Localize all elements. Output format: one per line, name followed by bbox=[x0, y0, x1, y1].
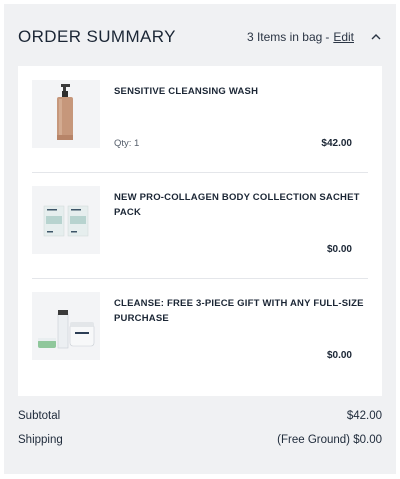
order-summary-title: ORDER SUMMARY bbox=[18, 27, 176, 46]
item-qty: Qty: 1 bbox=[114, 138, 140, 149]
item-price: $0.00 bbox=[326, 350, 352, 361]
order-summary-panel: ORDER SUMMARY 3 Items in bag - Edit SENS… bbox=[4, 4, 396, 474]
shipping-value: (Free Ground) $0.00 bbox=[277, 434, 382, 446]
shipping-row: Shipping (Free Ground) $0.00 bbox=[18, 430, 382, 454]
subtotal-label: Subtotal bbox=[18, 410, 61, 422]
edit-link[interactable]: Edit bbox=[333, 30, 354, 44]
order-summary-header: ORDER SUMMARY 3 Items in bag - Edit bbox=[4, 4, 396, 66]
pump-bottle-product-image[interactable] bbox=[32, 80, 100, 148]
bag-count: 3 Items in bag bbox=[246, 30, 323, 44]
cart-item: SENSITIVE CLEANSING WASH Qty: 1 $42.00 bbox=[18, 66, 382, 171]
sachet-pack-product-image[interactable] bbox=[32, 186, 100, 254]
item-name[interactable]: SENSITIVE CLEANSING WASH bbox=[114, 84, 364, 99]
bag-info: 3 Items in bag - Edit bbox=[247, 30, 384, 44]
order-totals: Subtotal $42.00 Shipping (Free Ground) $… bbox=[18, 406, 382, 454]
item-price: $0.00 bbox=[326, 244, 352, 255]
chevron-up-icon[interactable] bbox=[368, 30, 384, 44]
item-name[interactable]: CLEANSE: FREE 3-PIECE GIFT WITH ANY FULL… bbox=[114, 296, 364, 326]
shipping-label: Shipping bbox=[18, 434, 63, 446]
item-name[interactable]: NEW PRO-COLLAGEN BODY COLLECTION SACHET … bbox=[114, 190, 364, 220]
cart-item: CLEANSE: FREE 3-PIECE GIFT WITH ANY FULL… bbox=[18, 278, 382, 383]
subtotal-value: $42.00 bbox=[346, 410, 382, 422]
cart-items-list: SENSITIVE CLEANSING WASH Qty: 1 $42.00 N… bbox=[18, 66, 382, 396]
bag-separator: - bbox=[325, 30, 330, 44]
gift-set-product-image[interactable] bbox=[32, 292, 100, 360]
item-price: $42.00 bbox=[321, 138, 352, 149]
cart-item: NEW PRO-COLLAGEN BODY COLLECTION SACHET … bbox=[18, 172, 382, 277]
subtotal-row: Subtotal $42.00 bbox=[18, 406, 382, 430]
